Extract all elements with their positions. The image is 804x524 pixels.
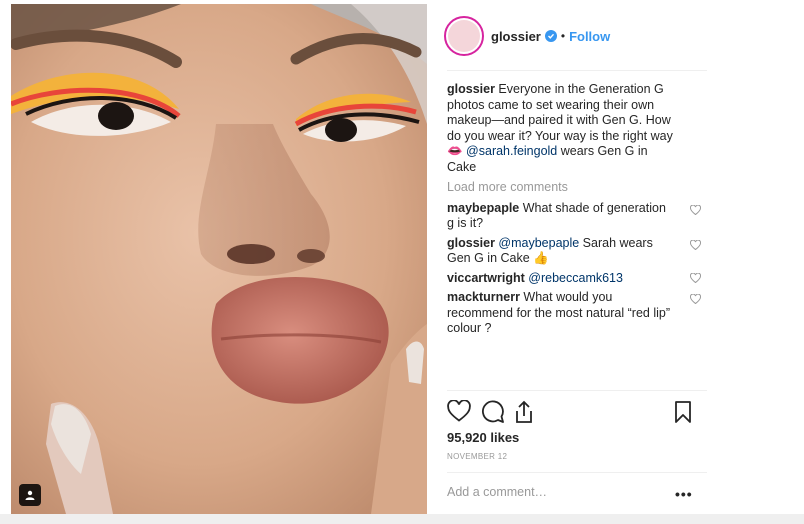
instagram-post-window: glossier • Follow glossier Everyone in t… — [0, 0, 804, 524]
caption-mention[interactable]: @sarah.feingold — [466, 144, 557, 158]
add-comment-input[interactable]: Add a comment… — [447, 485, 695, 499]
page-bottom-band — [0, 514, 804, 524]
comment-icon[interactable] — [481, 400, 505, 424]
portrait-image — [11, 4, 427, 514]
verified-badge-icon — [544, 30, 557, 42]
heart-icon[interactable] — [447, 400, 471, 422]
user-tag-icon[interactable] — [19, 484, 41, 506]
post-photo[interactable] — [11, 4, 427, 514]
load-more-comments-button[interactable]: Load more comments — [447, 180, 695, 196]
post-side-panel: glossier • Follow glossier Everyone in t… — [427, 4, 727, 514]
post-date[interactable]: NOVEMBER 12 — [447, 452, 507, 461]
caption: glossier Everyone in the Generation G ph… — [447, 82, 695, 175]
comment-username[interactable]: viccartwright — [447, 271, 525, 285]
post-header: glossier • Follow — [444, 16, 610, 56]
follow-button[interactable]: Follow — [569, 29, 610, 44]
comment-username[interactable]: maybepaple — [447, 201, 519, 215]
comment-username[interactable]: mackturnerr — [447, 290, 520, 304]
comments-section: glossier Everyone in the Generation G ph… — [447, 82, 701, 341]
divider — [447, 472, 707, 473]
divider — [447, 70, 707, 71]
divider — [447, 390, 707, 391]
heart-icon[interactable] — [690, 272, 701, 283]
heart-icon[interactable] — [690, 294, 701, 304]
heart-icon[interactable] — [690, 239, 701, 250]
list-item: glossier @maybepaple Sarah wears Gen G i… — [447, 236, 701, 267]
share-icon[interactable] — [513, 400, 535, 424]
list-item: maybepaple What shade of generation g is… — [447, 201, 701, 232]
caption-username[interactable]: glossier — [447, 82, 495, 96]
likes-count[interactable]: 95,920 likes — [447, 430, 519, 445]
more-options-button[interactable]: ••• — [675, 486, 693, 502]
post-actions — [447, 400, 695, 426]
comment-mention[interactable]: @rebeccamk613 — [525, 271, 623, 285]
list-item: viccartwright @rebeccamk613 — [447, 271, 701, 287]
comment-mention[interactable]: @maybepaple — [495, 236, 579, 250]
bookmark-icon[interactable] — [674, 400, 692, 424]
post-username[interactable]: glossier — [491, 29, 541, 44]
list-item: mackturnerr What would you recommend for… — [447, 290, 701, 337]
avatar[interactable] — [444, 16, 484, 56]
separator-dot: • — [560, 29, 566, 43]
heart-icon[interactable] — [690, 204, 701, 215]
comment-username[interactable]: glossier — [447, 236, 495, 250]
